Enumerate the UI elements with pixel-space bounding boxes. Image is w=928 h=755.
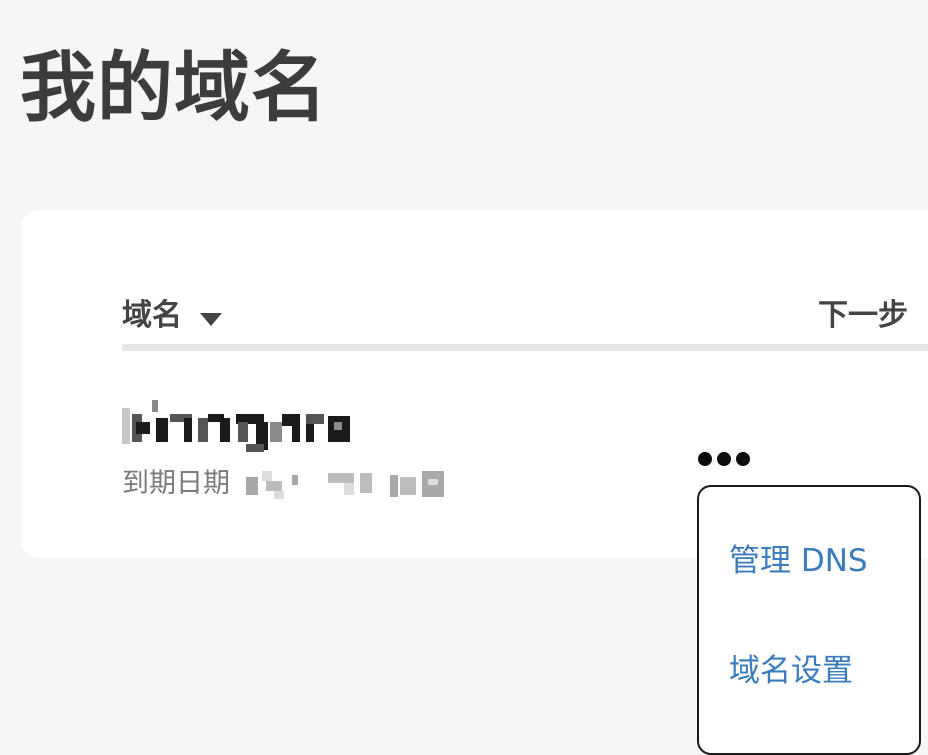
expiry-date-redacted	[244, 467, 454, 501]
column-header-domain: 域名	[122, 298, 182, 333]
sort-by-domain-button[interactable]: 域名	[122, 296, 222, 336]
expiry-line: 到期日期	[122, 466, 454, 502]
caret-down-icon	[200, 312, 222, 326]
menu-item-domain-settings[interactable]: 域名设置	[729, 651, 853, 691]
expiry-label: 到期日期	[122, 468, 230, 499]
table-row: 到期日期	[122, 400, 722, 510]
domain-name-redacted[interactable]	[122, 400, 362, 456]
column-header-next-step: 下一步	[818, 298, 908, 333]
more-actions-button[interactable]	[694, 446, 754, 472]
ellipsis-horizontal-icon	[698, 452, 712, 466]
table-header: 域名 下一步	[122, 292, 928, 352]
actions-dropdown-menu: 管理 DNS 域名设置	[697, 485, 921, 755]
page-title: 我的域名	[20, 43, 328, 132]
menu-item-manage-dns[interactable]: 管理 DNS	[729, 541, 868, 581]
header-divider	[122, 344, 928, 351]
